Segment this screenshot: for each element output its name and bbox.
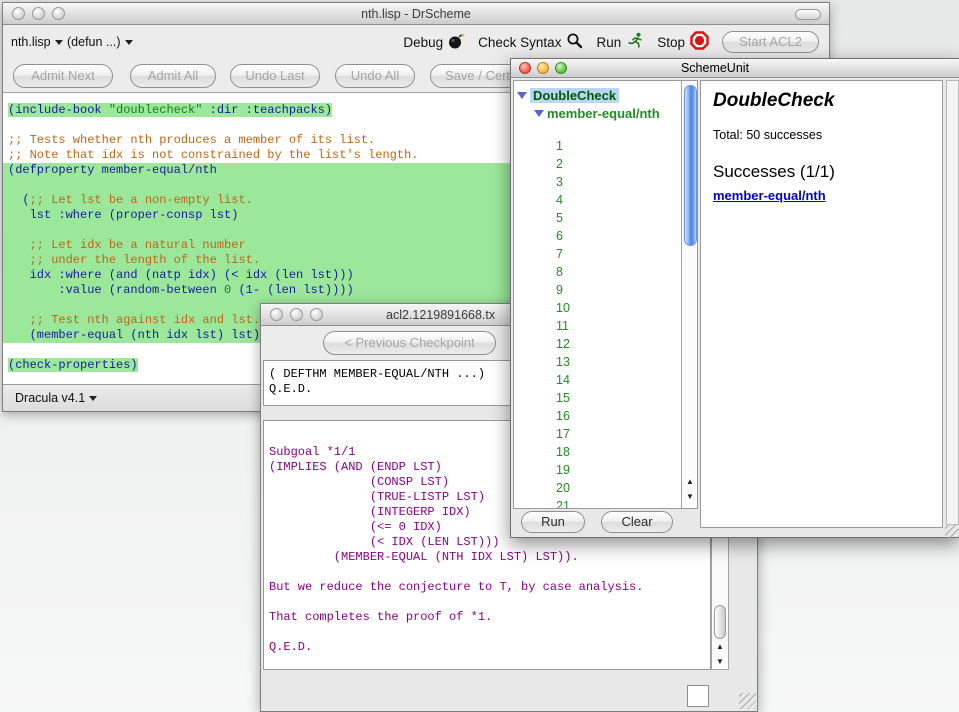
success-link[interactable]: member-equal/nth	[713, 188, 826, 203]
runner-icon	[626, 32, 644, 52]
details-total: Total: 50 successes	[713, 128, 930, 142]
tree-case[interactable]: 10	[514, 301, 680, 319]
successes-heading: Successes (1/1)	[713, 162, 930, 182]
tree-case[interactable]: 14	[514, 373, 680, 391]
close-button[interactable]	[519, 62, 531, 74]
minimize-button[interactable]	[32, 7, 45, 20]
chevron-down-icon	[125, 40, 133, 45]
tree-case[interactable]: 12	[514, 337, 680, 355]
tree-cases: 123456789101112131415161718192021	[514, 139, 680, 509]
tree-case[interactable]: 11	[514, 319, 680, 337]
tree-scrollbar[interactable]: ▲ ▼	[681, 80, 698, 509]
run-button[interactable]: Run	[596, 32, 644, 52]
admit-all-button[interactable]: Admit All	[130, 64, 216, 88]
tree-item-doublecheck[interactable]: DoubleCheck	[514, 86, 680, 104]
details-panel: DoubleCheck Total: 50 successes Successe…	[700, 80, 943, 528]
defun-menu[interactable]: (defun ...)	[67, 35, 133, 49]
corner-checkbox[interactable]	[687, 685, 709, 707]
close-button[interactable]	[12, 7, 25, 20]
scroll-down-button[interactable]: ▼	[712, 654, 728, 669]
magnifier-icon	[566, 32, 583, 52]
scroll-down-button[interactable]: ▼	[682, 489, 698, 504]
undo-last-button[interactable]: Undo Last	[230, 64, 320, 88]
window-title: nth.lisp - DrScheme	[361, 7, 471, 21]
disclosure-triangle-icon[interactable]	[534, 110, 544, 117]
dracula-version-menu[interactable]: Dracula v4.1	[15, 391, 97, 405]
tree-case[interactable]: 21	[514, 499, 680, 509]
schemeunit-window: SchemeUnit DoubleCheck member-equal/nth …	[510, 58, 959, 538]
tree-case[interactable]: 16	[514, 409, 680, 427]
tree-case[interactable]: 17	[514, 427, 680, 445]
chevron-down-icon	[55, 40, 63, 45]
toolbar-pill-button[interactable]	[795, 9, 821, 20]
chevron-down-icon	[89, 396, 97, 401]
tree-case[interactable]: 9	[514, 283, 680, 301]
tree-case[interactable]: 13	[514, 355, 680, 373]
zoom-button[interactable]	[310, 308, 323, 321]
tree-case[interactable]: 8	[514, 265, 680, 283]
resize-grip[interactable]	[945, 525, 959, 538]
tree-case[interactable]: 15	[514, 391, 680, 409]
run-tests-button[interactable]: Run	[521, 511, 585, 533]
right-scroll-area[interactable]	[946, 80, 959, 525]
scroll-thumb[interactable]	[714, 605, 726, 639]
tree-item-suite[interactable]: member-equal/nth	[514, 104, 680, 122]
tree-case[interactable]: 2	[514, 157, 680, 175]
window-title: SchemeUnit	[681, 61, 749, 75]
tree-case[interactable]: 7	[514, 247, 680, 265]
admit-next-button[interactable]: Admit Next	[13, 64, 113, 88]
zoom-button[interactable]	[52, 7, 65, 20]
scroll-up-button[interactable]: ▲	[682, 474, 698, 489]
clear-button[interactable]: Clear	[601, 511, 673, 533]
details-heading: DoubleCheck	[713, 90, 930, 112]
previous-checkpoint-button[interactable]: < Previous Checkpoint	[323, 331, 496, 355]
tree-case[interactable]: 19	[514, 463, 680, 481]
minimize-button[interactable]	[537, 62, 549, 74]
desktop: nth.lisp - DrScheme nth.lisp (defun ...)…	[0, 0, 959, 712]
tree-case[interactable]: 1	[514, 139, 680, 157]
tree-case[interactable]: 6	[514, 229, 680, 247]
tree-case[interactable]: 5	[514, 211, 680, 229]
stop-button[interactable]: Stop	[657, 31, 709, 53]
test-tree: DoubleCheck member-equal/nth 12345678910…	[513, 80, 698, 509]
file-menu[interactable]: nth.lisp	[11, 35, 63, 49]
debug-button[interactable]: Debug	[403, 32, 465, 52]
close-button[interactable]	[270, 308, 283, 321]
acl2-summary-text: ( DEFTHM MEMBER-EQUAL/NTH ...) Q.E.D.	[269, 367, 485, 396]
resize-grip[interactable]	[739, 693, 756, 709]
schemeunit-titlebar: SchemeUnit	[511, 59, 959, 78]
tree-case[interactable]: 4	[514, 193, 680, 211]
zoom-button[interactable]	[555, 62, 567, 74]
scroll-thumb[interactable]	[684, 85, 697, 246]
start-acl2-button[interactable]: Start ACL2	[722, 31, 819, 53]
check-syntax-button[interactable]: Check Syntax	[478, 32, 583, 52]
scroll-up-button[interactable]: ▲	[712, 639, 728, 654]
tree-case[interactable]: 20	[514, 481, 680, 499]
tree-case[interactable]: 18	[514, 445, 680, 463]
undo-all-button[interactable]: Undo All	[335, 64, 415, 88]
drscheme-titlebar: nth.lisp - DrScheme	[3, 3, 829, 25]
tree-case[interactable]: 3	[514, 175, 680, 193]
minimize-button[interactable]	[290, 308, 303, 321]
disclosure-triangle-icon[interactable]	[517, 92, 527, 99]
drscheme-toolbar: nth.lisp (defun ...) Debug Check Syntax …	[3, 25, 829, 59]
window-title: acl2.1219891668.tx	[386, 308, 495, 322]
bomb-icon	[448, 32, 465, 52]
stop-icon	[690, 31, 709, 53]
